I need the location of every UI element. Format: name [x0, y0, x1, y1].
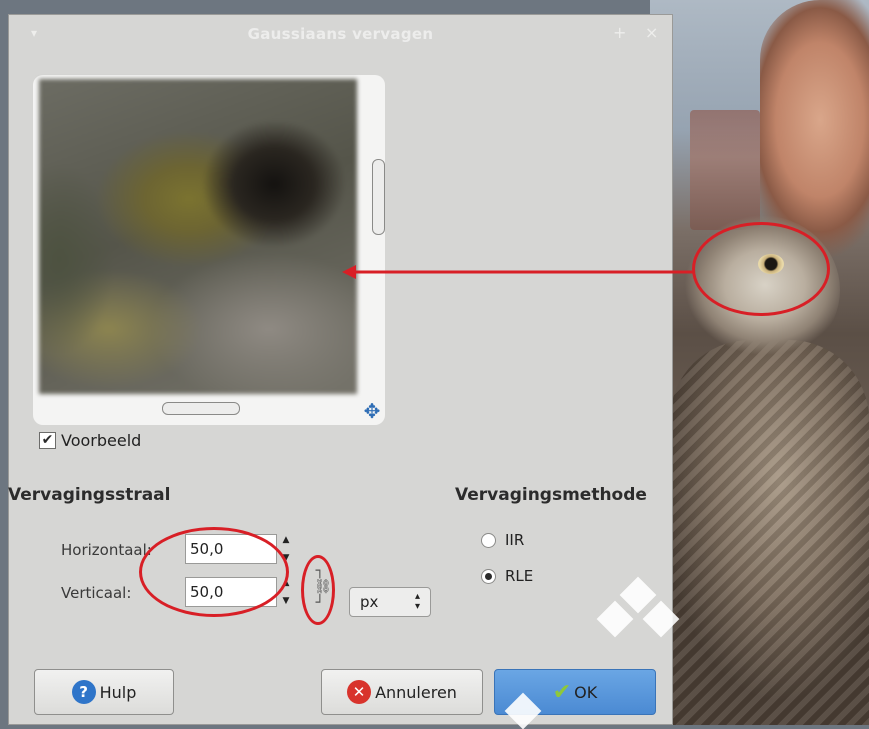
- horizontal-label: Horizontaal:: [61, 541, 152, 559]
- preview-image[interactable]: [39, 79, 357, 394]
- vertical-label: Verticaal:: [61, 584, 132, 602]
- preview-horizontal-scrollbar[interactable]: [162, 402, 240, 415]
- annotation-arrow: [342, 265, 695, 279]
- cancel-button-label: Annuleren: [375, 682, 457, 702]
- preview-checkbox-label: Voorbeeld: [61, 431, 142, 450]
- gaussian-blur-dialog: ▾ Gaussiaans vervagen + × ✥ ✔ Voorbeeld …: [8, 14, 673, 725]
- ok-check-icon: ✔: [552, 679, 572, 705]
- navigate-move-icon[interactable]: ✥: [361, 400, 383, 422]
- background-photo: [650, 0, 869, 725]
- radio-rle-label: RLE: [505, 567, 534, 585]
- preview-checkbox[interactable]: ✔: [39, 432, 56, 449]
- window-menu-icon[interactable]: ▾: [31, 27, 43, 39]
- preview-checkbox-row[interactable]: ✔ Voorbeeld: [39, 431, 141, 450]
- help-icon: ?: [71, 680, 96, 704]
- maximize-icon[interactable]: +: [613, 25, 626, 41]
- dialog-title: Gaussiaans vervagen: [247, 25, 434, 43]
- cancel-icon: ✕: [347, 680, 372, 704]
- help-button[interactable]: ? Hulp: [34, 669, 174, 715]
- cancel-button[interactable]: ✕ Annuleren: [321, 669, 483, 715]
- unit-select-arrows-icon: ▴ ▾: [414, 591, 420, 612]
- method-option-iir[interactable]: IIR: [481, 531, 524, 549]
- preview-vertical-scrollbar[interactable]: [372, 159, 385, 235]
- close-icon[interactable]: ×: [645, 25, 658, 41]
- annotation-eye-ellipse: [692, 222, 830, 316]
- radio-iir-label: IIR: [505, 531, 525, 549]
- help-button-label: Hulp: [99, 682, 137, 702]
- photo-falcon-body: [670, 340, 869, 725]
- blur-method-title: Vervagingsmethode: [455, 485, 647, 505]
- photo-building: [690, 110, 760, 230]
- ok-button-label: OK: [574, 682, 598, 702]
- method-option-rle[interactable]: RLE: [481, 567, 533, 585]
- dialog-titlebar[interactable]: ▾ Gaussiaans vervagen + ×: [9, 15, 672, 53]
- annotation-input-ellipse: [139, 527, 289, 617]
- blur-radius-title: Vervagingsstraal: [8, 485, 171, 505]
- unit-select[interactable]: px ▴ ▾: [349, 587, 431, 617]
- annotation-chain-ellipse: [301, 555, 335, 625]
- radio-iir[interactable]: [481, 532, 496, 548]
- radio-rle[interactable]: [481, 568, 496, 584]
- unit-value: px: [360, 593, 379, 611]
